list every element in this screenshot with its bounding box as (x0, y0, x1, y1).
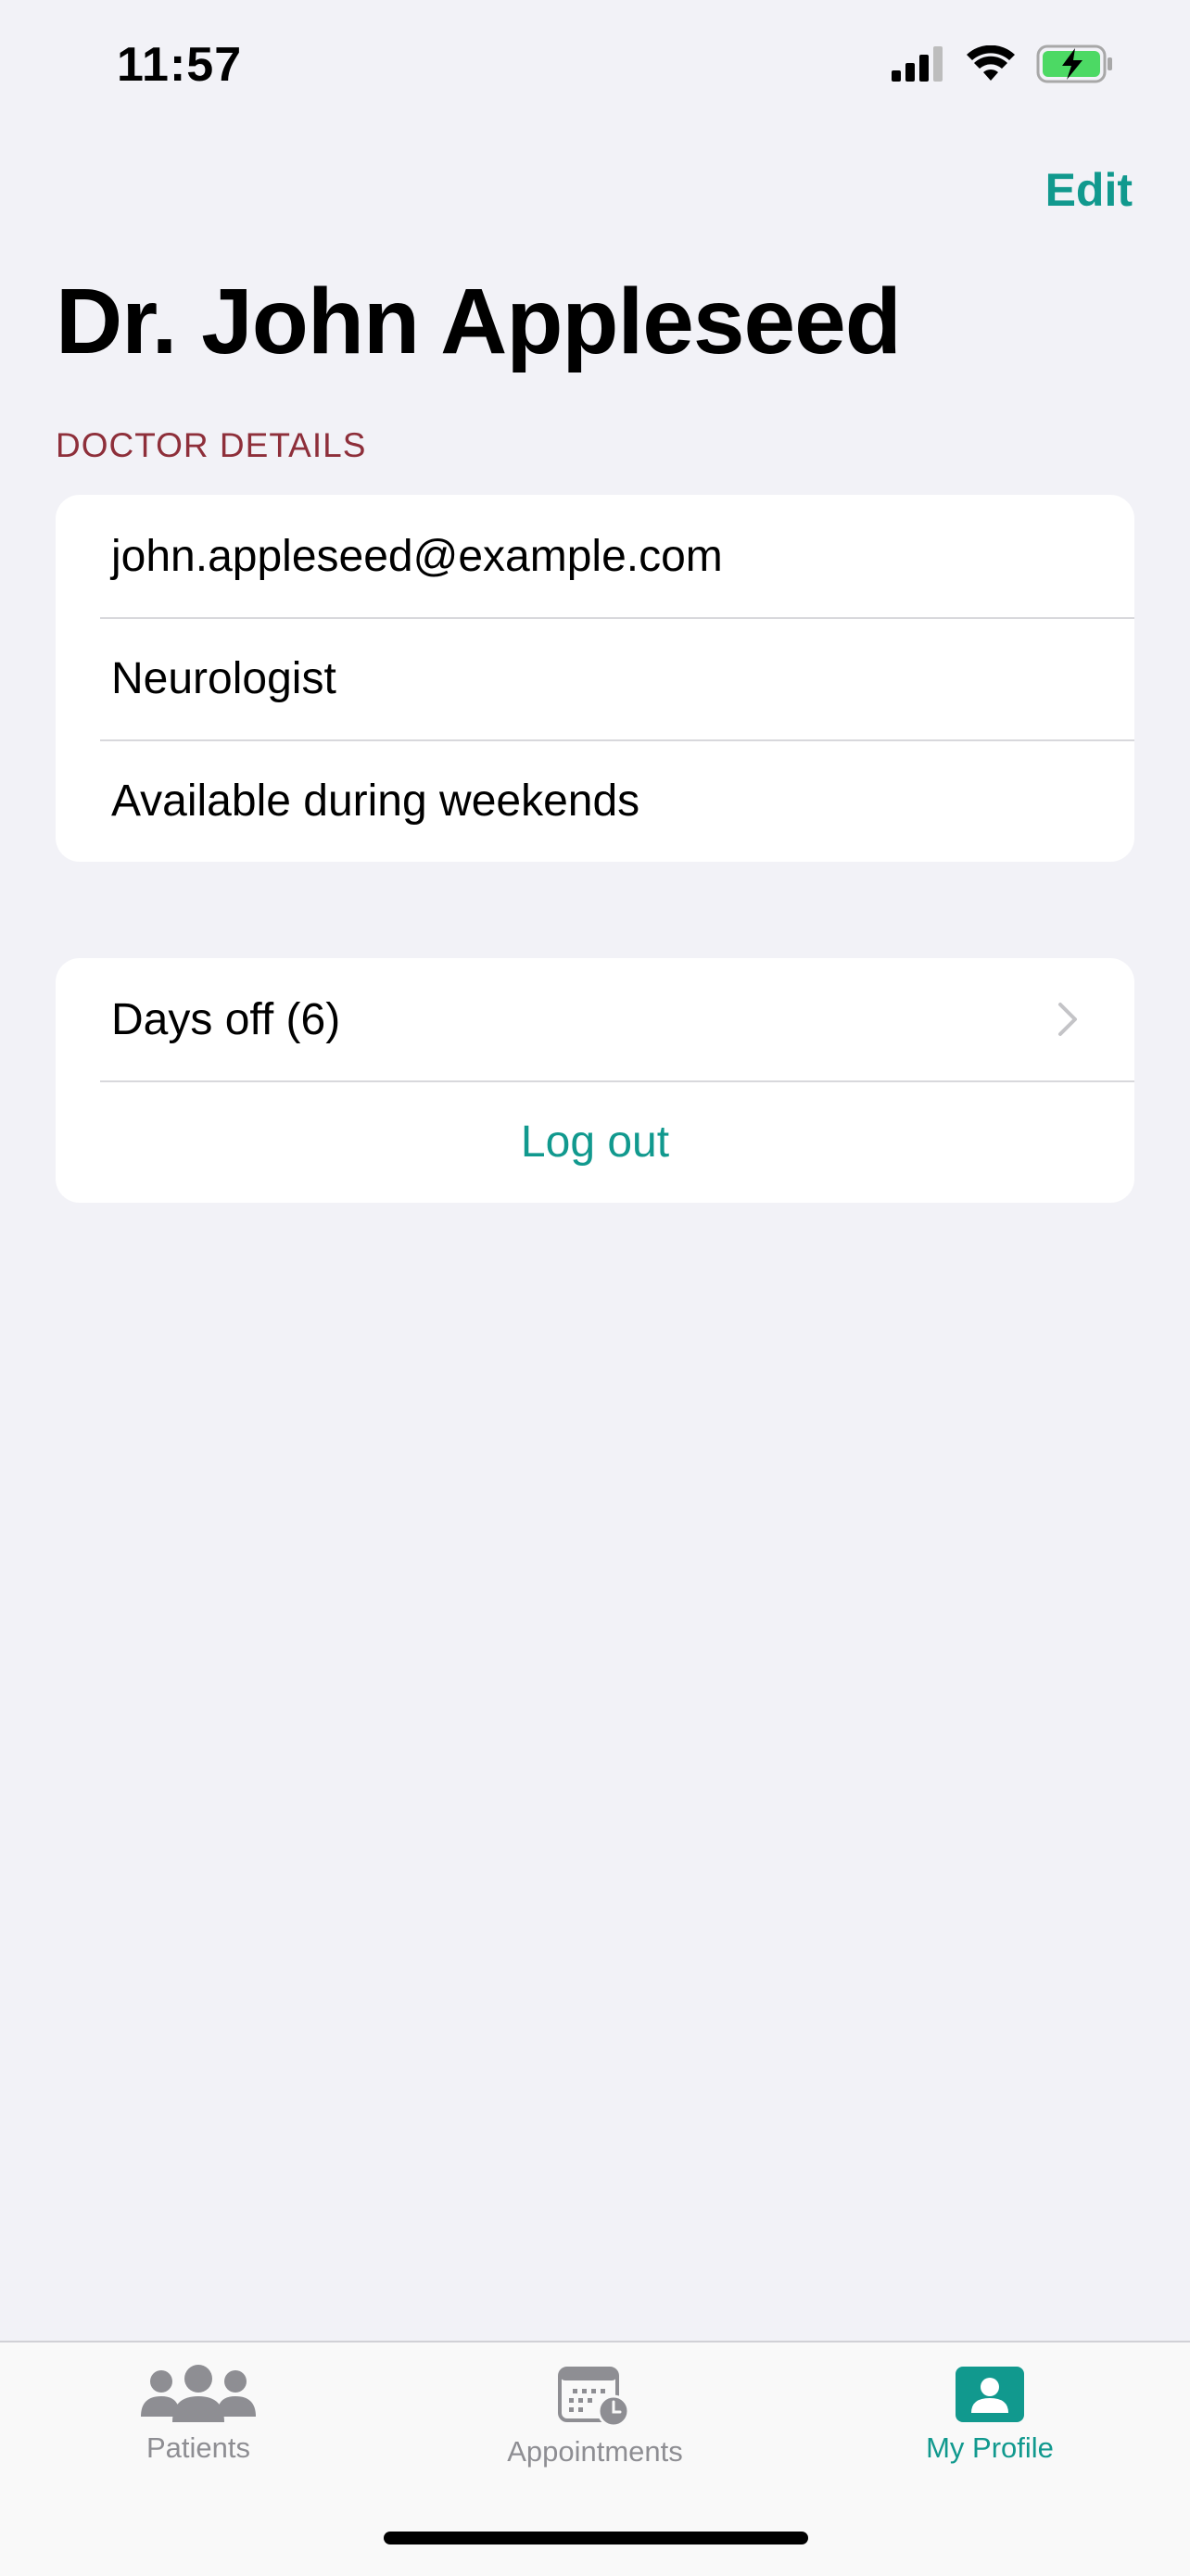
specialty-value: Neurologist (111, 653, 336, 703)
tab-patients[interactable]: Patients (59, 2365, 337, 2465)
email-row: john.appleseed@example.com (56, 495, 1134, 617)
edit-button[interactable]: Edit (1045, 163, 1133, 217)
logout-label: Log out (520, 1117, 670, 1167)
days-off-row[interactable]: Days off (6) (56, 958, 1134, 1080)
calendar-clock-icon (558, 2367, 630, 2428)
doctor-details-group: john.appleseed@example.com Neurologist A… (56, 495, 1134, 862)
logout-button[interactable]: Log out (56, 1080, 1134, 1203)
availability-row: Available during weekends (56, 739, 1134, 862)
battery-charging-icon (1036, 44, 1112, 83)
home-indicator (384, 2532, 808, 2544)
page-title: Dr. John Appleseed (56, 270, 902, 373)
tab-appointments-label: Appointments (507, 2435, 683, 2468)
tab-my-profile-label: My Profile (926, 2431, 1054, 2464)
status-icons (892, 44, 1114, 83)
people-icon (141, 2365, 256, 2422)
availability-value: Available during weekends (111, 776, 640, 826)
tab-patients-label: Patients (146, 2431, 250, 2464)
specialty-row: Neurologist (56, 617, 1134, 739)
days-off-label: Days off (6) (111, 994, 341, 1044)
profile-card-icon (956, 2367, 1024, 2422)
section-header-doctor-details: DOCTOR DETAILS (56, 426, 367, 464)
email-value: john.appleseed@example.com (111, 531, 723, 581)
status-time: 11:57 (117, 38, 243, 92)
tab-my-profile[interactable]: My Profile (851, 2365, 1129, 2465)
status-bar: 11:57 (0, 0, 1190, 130)
actions-group: Days off (6) Log out (56, 958, 1134, 1203)
chevron-right-icon (1058, 1003, 1077, 1036)
wifi-icon (967, 45, 1015, 81)
tab-appointments[interactable]: Appointments (456, 2365, 734, 2469)
cellular-signal-icon (892, 46, 943, 82)
